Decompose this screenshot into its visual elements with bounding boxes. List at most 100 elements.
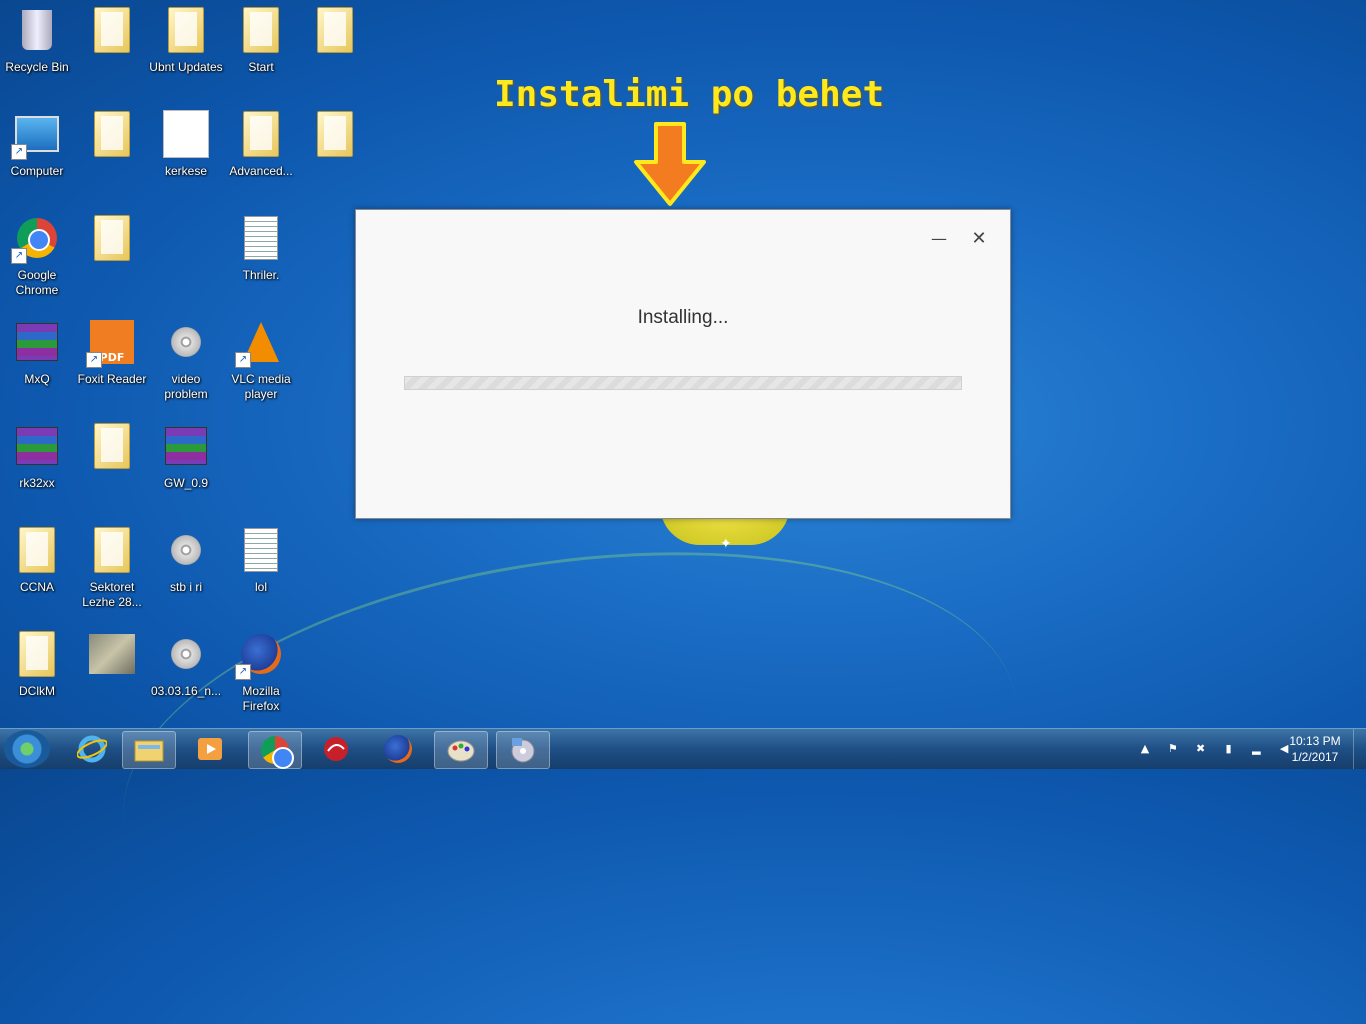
start-button[interactable]	[4, 730, 50, 768]
desktop-icon-folder[interactable]	[298, 6, 372, 60]
desktop-icon-label: 03.03.16_n...	[150, 684, 222, 698]
dvd-maker-icon	[511, 738, 535, 763]
folder-icon	[168, 7, 204, 53]
taskbar-red-app[interactable]	[310, 731, 362, 767]
desktop-icon-sektoret-lezhe[interactable]: Sektoret Lezhe 28...	[75, 526, 149, 610]
folder-icon	[94, 423, 130, 469]
media-player-icon	[198, 738, 222, 760]
desktop-icon-kerkese[interactable]: kerkese	[149, 110, 223, 179]
desktop-icon-label: Ubnt Updates	[149, 60, 223, 74]
taskbar-dvd-maker[interactable]	[496, 731, 550, 769]
desktop-icon-dclkm[interactable]: DClkM	[0, 630, 74, 699]
shortcut-arrow-icon: ↗	[235, 664, 251, 680]
shortcut-arrow-icon: ↗	[86, 352, 102, 368]
taskbar-windows-explorer[interactable]	[122, 731, 176, 769]
desktop-icon-label: Computer	[10, 164, 64, 178]
desktop-icon-rk32xx[interactable]: rk32xx	[0, 422, 74, 491]
desktop-icon-gw09[interactable]: GW_0.9	[149, 422, 223, 491]
folder-icon	[243, 7, 279, 53]
desktop-icon-label: video problem	[164, 372, 208, 401]
desktop-icon-start[interactable]: Start	[224, 6, 298, 75]
taskbar-firefox[interactable]	[372, 731, 424, 767]
desktop-icon-label: stb i ri	[169, 580, 202, 594]
desktop-icon-computer[interactable]: ↗ Computer	[0, 110, 74, 179]
minimize-button[interactable]: —	[928, 228, 950, 250]
desktop-icon-photo[interactable]	[75, 630, 149, 684]
image-thumbnail-icon	[89, 634, 135, 674]
desktop-icon-label: rk32xx	[19, 476, 55, 490]
desktop-icon-advanced[interactable]: Advanced...	[224, 110, 298, 179]
taskbar-paint[interactable]	[434, 731, 488, 769]
desktop-icon-vlc[interactable]: ↗ VLC media player	[224, 318, 298, 402]
network-error-icon[interactable]: ✖	[1194, 742, 1208, 756]
show-desktop-button[interactable]	[1353, 729, 1366, 769]
desktop-icon-label: VLC media player	[231, 372, 291, 401]
document-icon	[163, 110, 209, 158]
desktop-icon-thriler[interactable]: Thriler.	[224, 214, 298, 283]
taskbar-internet-explorer[interactable]	[66, 731, 118, 767]
desktop-icon-label: Start	[248, 60, 274, 74]
desktop-icon-folder[interactable]	[75, 110, 149, 164]
desktop-icon-label: Foxit Reader	[77, 372, 147, 386]
disc-image-icon	[171, 327, 201, 357]
clock-date: 1/2/2017	[1291, 750, 1339, 764]
winrar-archive-icon	[16, 323, 58, 361]
desktop-icon-label: Recycle Bin	[5, 60, 69, 74]
internet-explorer-icon	[77, 735, 107, 763]
desktop-icon-label: Google Chrome	[15, 268, 59, 297]
text-file-icon	[244, 216, 278, 260]
recycle-bin-icon	[22, 10, 52, 50]
desktop-icon-stb-i-ri[interactable]: stb i ri	[149, 526, 223, 595]
installing-status-text: Installing...	[637, 307, 729, 328]
desktop-icon-ubnt-updates[interactable]: Ubnt Updates	[149, 6, 223, 75]
desktop-icon-firefox[interactable]: ↗ Mozilla Firefox	[224, 630, 298, 714]
folder-icon	[317, 111, 353, 157]
paint-icon	[447, 740, 475, 762]
desktop-icon-lol[interactable]: lol	[224, 526, 298, 595]
desktop-icon-mxq[interactable]: MxQ	[0, 318, 74, 387]
folder-icon	[94, 215, 130, 261]
show-hidden-icons-icon[interactable]: ▲	[1138, 742, 1152, 756]
taskbar-clock[interactable]: 10:13 PM 1/2/2017	[1280, 733, 1350, 765]
desktop-icon-label: GW_0.9	[163, 476, 208, 490]
desktop-icon-folder[interactable]	[75, 422, 149, 476]
desktop-icon-label: Advanced...	[229, 164, 293, 178]
desktop-icon-recycle-bin[interactable]: Recycle Bin	[0, 6, 74, 75]
installer-dialog: — ✕ Installing...	[355, 209, 1011, 519]
winrar-archive-icon	[165, 427, 207, 465]
folder-icon	[243, 111, 279, 157]
shortcut-arrow-icon: ↗	[235, 352, 251, 368]
folder-icon	[317, 7, 353, 53]
red-app-icon	[324, 737, 348, 761]
annotation-arrow-icon	[634, 122, 706, 206]
install-progress-bar	[404, 376, 962, 390]
signal-bars-icon[interactable]: ▂	[1249, 742, 1263, 756]
wallpaper-flower-dot: ✦	[720, 536, 732, 552]
folder-icon	[94, 527, 130, 573]
battery-icon[interactable]: ▮	[1221, 742, 1235, 756]
action-center-flag-icon[interactable]: ⚑	[1166, 742, 1180, 756]
taskbar-chrome[interactable]	[248, 731, 302, 769]
desktop-icon-label: MxQ	[24, 372, 50, 386]
folder-icon	[94, 111, 130, 157]
disc-image-icon	[171, 535, 201, 565]
folder-icon	[19, 527, 55, 573]
firefox-icon	[384, 735, 412, 763]
desktop-icon-video-problem[interactable]: video problem	[149, 318, 223, 402]
taskbar-media-player[interactable]	[184, 731, 236, 767]
desktop-icon-folder[interactable]	[75, 214, 149, 268]
desktop-icon-folder[interactable]	[75, 6, 149, 60]
desktop-icon-foxit-reader[interactable]: PDF ↗ Foxit Reader	[75, 318, 149, 387]
disc-image-icon	[171, 639, 201, 669]
desktop-icon-google-chrome[interactable]: ↗ Google Chrome	[0, 214, 74, 298]
text-file-icon	[244, 528, 278, 572]
desktop-icon-030316[interactable]: 03.03.16_n...	[149, 630, 223, 699]
desktop-icon-folder[interactable]	[298, 110, 372, 164]
shortcut-arrow-icon: ↗	[11, 144, 27, 160]
shortcut-arrow-icon: ↗	[11, 248, 27, 264]
close-button[interactable]: ✕	[968, 228, 990, 250]
desktop-icon-label: Thriler.	[242, 268, 280, 282]
desktop-icon-ccna[interactable]: CCNA	[0, 526, 74, 595]
folder-icon	[94, 7, 130, 53]
winrar-archive-icon	[16, 427, 58, 465]
